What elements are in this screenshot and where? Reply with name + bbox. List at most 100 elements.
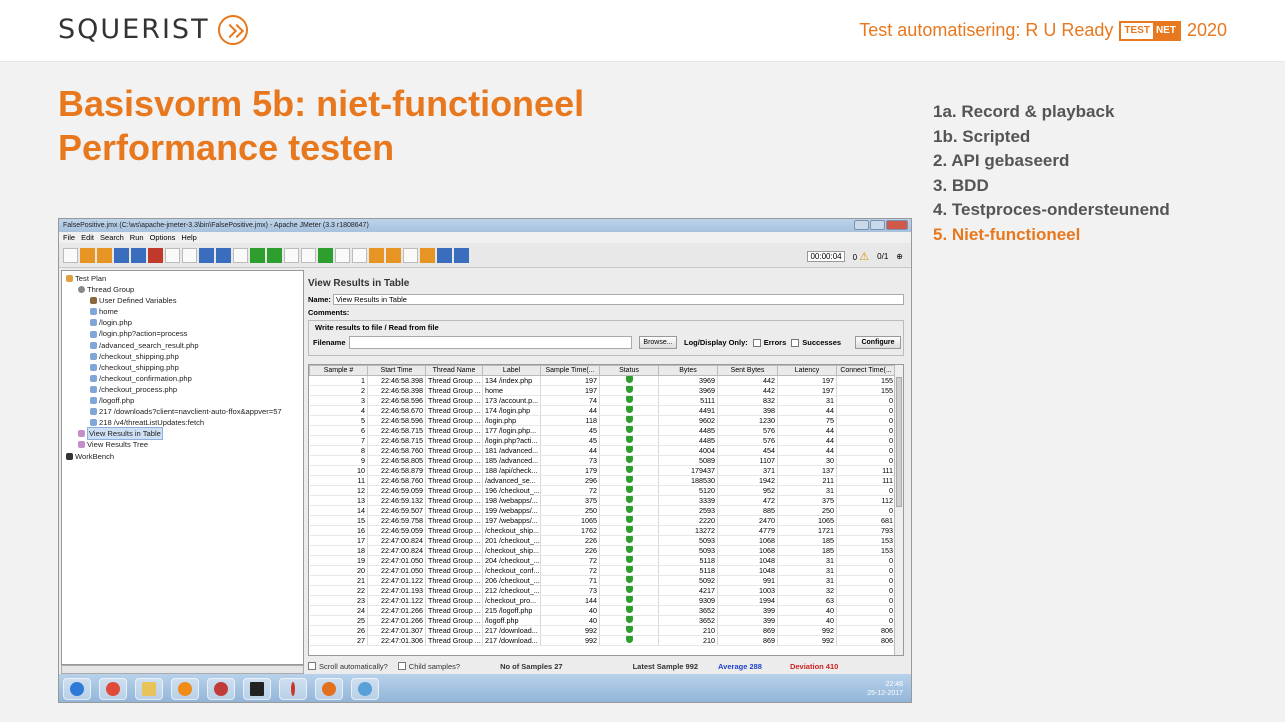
tree-node[interactable]: Thread Group [64, 284, 303, 295]
menu-run[interactable]: Run [130, 233, 144, 242]
shutdown-icon[interactable] [301, 247, 316, 263]
table-row[interactable]: 13 22:46:59.132 Thread Group ... 198 /webap… [309, 495, 896, 506]
table-row[interactable]: 4 22:46:58.670 Thread Group ... 174 /login.… [309, 405, 896, 416]
menu-edit[interactable]: Edit [81, 233, 94, 242]
tree-node[interactable]: Test Plan [64, 273, 303, 284]
remote-stop-icon[interactable] [335, 247, 350, 263]
menu-search[interactable]: Search [100, 233, 124, 242]
tree-node[interactable]: WorkBench [64, 451, 303, 462]
maximize-button[interactable] [870, 220, 885, 230]
table-row[interactable]: 18 22:47:00.824 Thread Group .../checkout_… [309, 545, 896, 556]
menu-file[interactable]: File [63, 233, 75, 242]
clear-icon[interactable] [369, 247, 384, 263]
tree-node[interactable]: /logoff.php [64, 395, 303, 406]
start-no-pause-icon[interactable] [267, 247, 282, 263]
toggle-icon[interactable] [233, 247, 248, 263]
tree-node[interactable]: /login.php [64, 317, 303, 328]
tree-node[interactable]: home [64, 306, 303, 317]
table-row[interactable]: 19 22:47:01.050 Thread Group ... 204 /check… [309, 555, 896, 566]
vlc-icon[interactable] [171, 678, 199, 700]
table-row[interactable]: 26 22:47:01.307 Thread Group ... 217 /downl… [309, 625, 896, 636]
table-row[interactable]: 2 22:46:58.398 Thread Group ... home 197 3969… [309, 385, 896, 396]
scroll-auto-checkbox-box[interactable] [308, 662, 316, 670]
tree-node[interactable]: /checkout_shipping.php [64, 362, 303, 373]
table-row[interactable]: 12 22:46:59.059 Thread Group ... 196 /check… [309, 485, 896, 496]
table-row[interactable]: 25 22:47:01.266 Thread Group .../logoff.ph… [309, 615, 896, 626]
start-icon[interactable] [250, 247, 265, 263]
column-header[interactable]: Label [482, 365, 541, 376]
table-row[interactable]: 10 22:46:58.879 Thread Group ... 188 /api/c… [309, 465, 896, 476]
column-header[interactable]: Latency [777, 365, 837, 376]
column-header[interactable]: Sent Bytes [717, 365, 778, 376]
child-samples-checkbox-box[interactable] [397, 662, 406, 670]
close-button[interactable] [886, 220, 908, 230]
table-vertical-scrollbar[interactable] [894, 365, 903, 655]
save-as-icon[interactable] [131, 247, 146, 263]
warning-count[interactable]: 0 ⚠ [853, 250, 870, 263]
tree-node[interactable]: /checkout_shipping.php [64, 351, 303, 362]
column-header[interactable]: Bytes [658, 365, 718, 376]
explorer-icon[interactable] [135, 678, 163, 700]
minimize-button[interactable] [854, 220, 869, 230]
chrome-icon[interactable] [99, 678, 127, 700]
table-row[interactable]: 11 22:46:58.760 Thread Group .../advanced_… [309, 475, 896, 486]
jmeter-taskbar-icon[interactable] [279, 678, 307, 700]
start-button[interactable] [63, 678, 91, 700]
table-row[interactable]: 23 22:47:01.122 Thread Group .../checkout_… [309, 595, 896, 606]
name-field[interactable]: View Results in Table [332, 294, 904, 305]
configure-button[interactable]: Configure [855, 336, 901, 349]
paint-icon[interactable] [351, 678, 379, 700]
tree-node[interactable]: User Defined Variables [64, 295, 303, 306]
table-row[interactable]: 15 22:46:59.758 Thread Group ... 197 /webap… [309, 515, 896, 526]
column-header[interactable]: Connect Time(... [836, 365, 896, 376]
help-icon[interactable] [454, 247, 469, 263]
errors-checkbox[interactable]: Errors [752, 338, 786, 347]
column-header[interactable]: Status [599, 365, 659, 376]
copy-icon[interactable] [165, 247, 180, 263]
tree-horizontal-scrollbar[interactable] [61, 665, 304, 674]
column-header[interactable]: Sample Time(... [540, 365, 600, 376]
clear-all-icon[interactable] [386, 247, 401, 263]
expand-icon[interactable] [199, 247, 214, 263]
tree-node[interactable]: View Results in Table [64, 427, 303, 441]
tree-node[interactable]: /checkout_confirmation.php [64, 373, 303, 384]
tree-node[interactable]: 217 /downloads?client=navclient-auto-ffo… [64, 406, 303, 417]
filename-input[interactable] [349, 336, 632, 349]
table-row[interactable]: 24 22:47:01.266 Thread Group ... 215 /logof… [309, 605, 896, 616]
column-header[interactable]: Thread Name [425, 365, 483, 376]
stop-icon[interactable] [284, 247, 299, 263]
table-row[interactable]: 6 22:46:58.715 Thread Group ... 177 /login.… [309, 425, 896, 436]
function-helper-icon[interactable] [437, 247, 452, 263]
table-row[interactable]: 9 22:46:58.805 Thread Group ... 185 /advanc… [309, 455, 896, 466]
successes-checkbox[interactable]: Successes [791, 338, 841, 347]
table-row[interactable]: 5 22:46:58.596 Thread Group .../login.php 1… [309, 415, 896, 426]
scroll-auto-checkbox[interactable]: Scroll automatically? [308, 662, 388, 671]
table-row[interactable]: 22 22:47:01.193 Thread Group ... 212 /check… [309, 585, 896, 596]
cut-icon[interactable] [148, 247, 163, 263]
errors-checkbox-box[interactable] [752, 338, 761, 347]
firefox-icon[interactable] [315, 678, 343, 700]
java-icon[interactable] [207, 678, 235, 700]
search-icon[interactable] [403, 247, 418, 263]
tree-node[interactable]: /checkout_process.php [64, 384, 303, 395]
menu-options[interactable]: Options [150, 233, 176, 242]
table-row[interactable]: 7 22:46:58.715 Thread Group .../login.php?… [309, 435, 896, 446]
column-header[interactable]: Start Time [367, 365, 426, 376]
tree-node[interactable]: /login.php?action=process [64, 328, 303, 339]
new-icon[interactable] [63, 247, 78, 263]
table-row[interactable]: 17 22:47:00.824 Thread Group ... 201 /check… [309, 535, 896, 546]
menu-help[interactable]: Help [181, 233, 196, 242]
save-icon[interactable] [114, 247, 129, 263]
scrollbar-thumb[interactable] [896, 377, 902, 507]
table-row[interactable]: 3 22:46:58.596 Thread Group ... 173 /accoun… [309, 395, 896, 406]
table-row[interactable]: 14 22:46:59.507 Thread Group ... 199 /webap… [309, 505, 896, 516]
table-row[interactable]: 16 22:46:59.059 Thread Group .../checkout_… [309, 525, 896, 536]
table-row[interactable]: 1 22:46:58.398 Thread Group ... 134 /index.… [309, 375, 896, 386]
reset-search-icon[interactable] [420, 247, 435, 263]
remote-start-icon[interactable] [318, 247, 333, 263]
table-row[interactable]: 27 22:47:01.306 Thread Group ... 217 /downl… [309, 635, 896, 646]
terminal-icon[interactable] [243, 678, 271, 700]
column-header[interactable]: Sample # [309, 365, 368, 376]
table-row[interactable]: 8 22:46:58.760 Thread Group ... 181 /advanc… [309, 445, 896, 456]
successes-checkbox-box[interactable] [791, 338, 800, 347]
